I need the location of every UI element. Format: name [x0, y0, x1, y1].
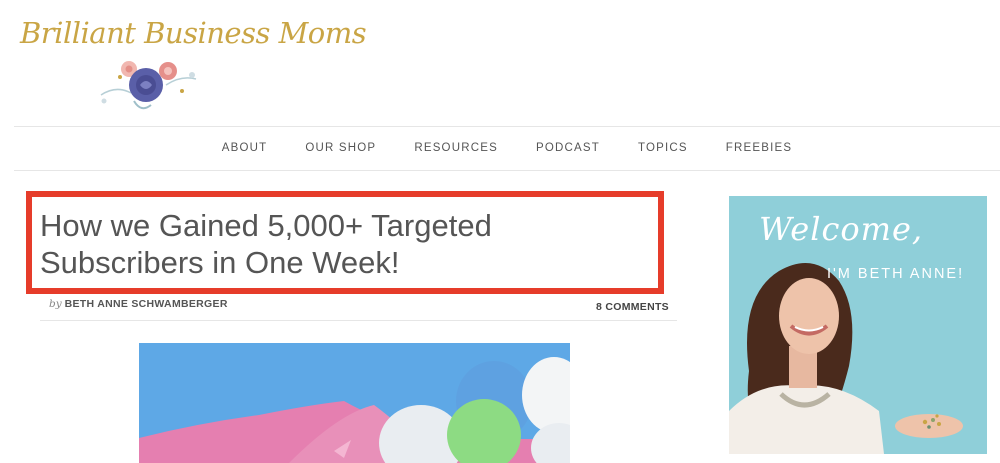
site-logo[interactable]: Brilliant Business Moms — [14, 10, 367, 110]
author-link[interactable]: BETH ANNE SCHWAMBERGER — [65, 298, 228, 310]
post-title[interactable]: How we Gained 5,000+ Targeted Subscriber… — [40, 207, 660, 281]
post-featured-image[interactable] — [139, 343, 570, 463]
title-highlight-box: How we Gained 5,000+ Targeted Subscriber… — [26, 191, 664, 294]
logo-text: Brilliant Business Moms — [20, 16, 367, 50]
nav-item-about[interactable]: ABOUT — [222, 142, 268, 154]
welcome-heading: Welcome, — [759, 210, 924, 248]
nav-divider — [14, 170, 1000, 171]
nav-item-our-shop[interactable]: OUR SHOP — [305, 142, 376, 154]
flower-logo-icon — [100, 61, 197, 110]
byline-prefix: by — [49, 298, 62, 310]
nav-item-podcast[interactable]: PODCAST — [536, 142, 600, 154]
post-byline: by BETH ANNE SCHWAMBERGER — [49, 298, 228, 310]
main-nav: ABOUT OUR SHOP RESOURCES PODCAST TOPICS … — [14, 126, 1000, 170]
sidebar-welcome-image[interactable]: Welcome, I'M BETH ANNE! — [729, 196, 987, 454]
nav-item-topics[interactable]: TOPICS — [638, 142, 688, 154]
nav-item-freebies[interactable]: FREEBIES — [726, 142, 792, 154]
comments-link[interactable]: 8 COMMENTS — [596, 301, 669, 313]
welcome-subheading: I'M BETH ANNE! — [827, 266, 965, 282]
nav-item-resources[interactable]: RESOURCES — [414, 142, 498, 154]
byline-divider — [40, 320, 677, 321]
sidebar-caption-cutoff — [729, 456, 987, 463]
